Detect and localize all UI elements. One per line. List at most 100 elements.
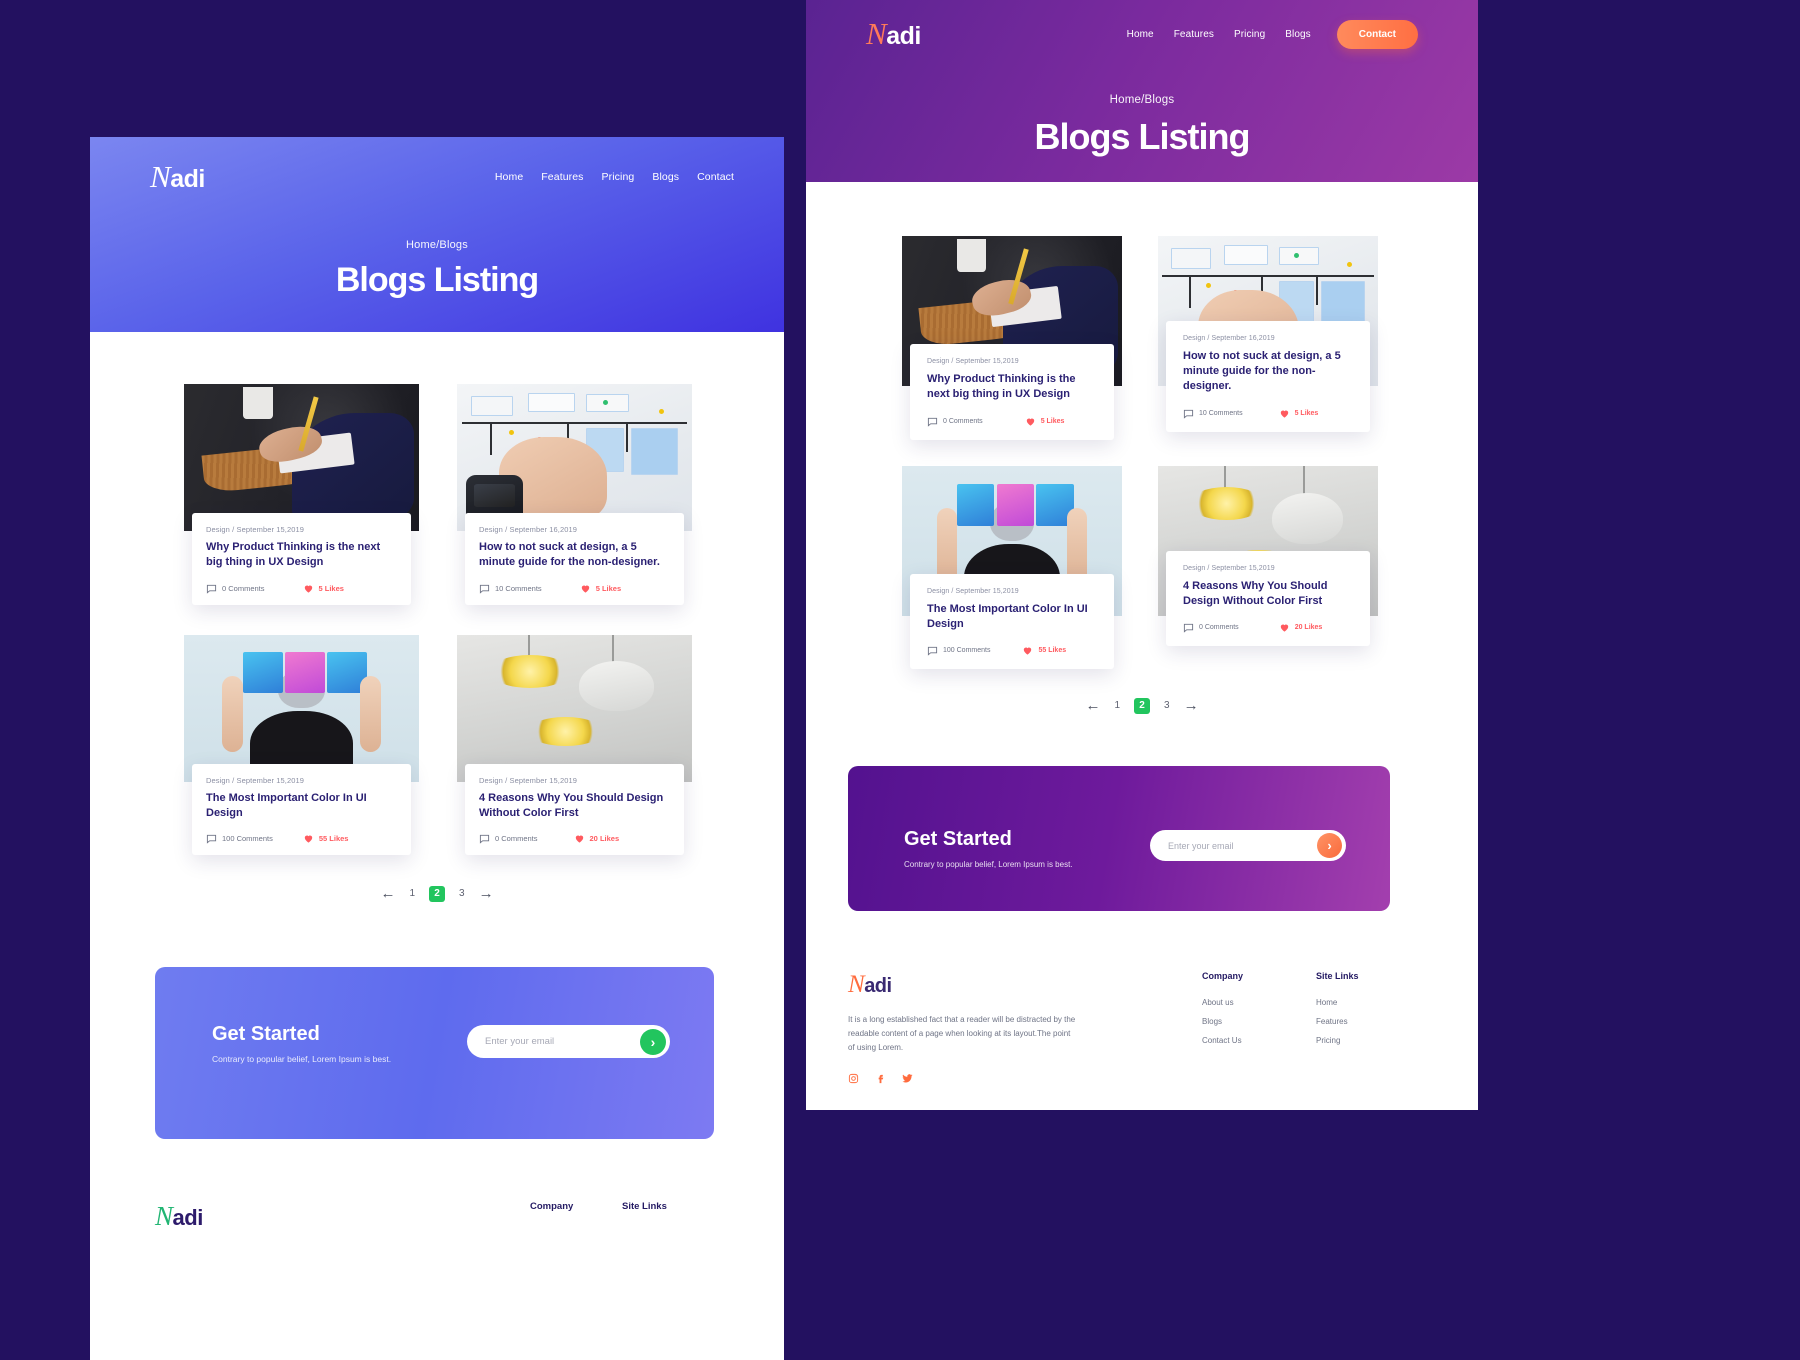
- blog-card[interactable]: Design / September 15,2019 Why Product T…: [184, 384, 419, 605]
- footer-brand-logo[interactable]: Nadi: [848, 971, 1162, 999]
- footer-link-about-us[interactable]: About us: [1202, 998, 1316, 1007]
- nav-item-features[interactable]: Features: [1174, 29, 1214, 40]
- submit-arrow-button[interactable]: ›: [640, 1028, 666, 1055]
- footer-link-blogs[interactable]: Blogs: [1202, 1017, 1316, 1026]
- blog-grid-right: Design / September 15,2019 Why Product T…: [806, 182, 1478, 670]
- nav-item-pricing[interactable]: Pricing: [602, 171, 635, 183]
- brand-logo-mark: N: [866, 16, 887, 51]
- email-input[interactable]: Enter your email: [1168, 841, 1234, 851]
- hero-section-left: Nadi Home Features Pricing Blogs Contact…: [90, 137, 784, 332]
- brand-logo-text: adi: [886, 22, 921, 50]
- post-title[interactable]: Why Product Thinking is the next big thi…: [206, 540, 397, 570]
- blog-card[interactable]: Design / September 16,2019 How to not su…: [457, 384, 692, 605]
- comment-icon: [206, 584, 217, 594]
- contact-cta-button[interactable]: Contact: [1336, 19, 1418, 49]
- hero-center-left: Home/Blogs Blogs Listing: [90, 239, 784, 300]
- heart-icon: [304, 835, 313, 843]
- pagination-page-2[interactable]: 2: [429, 885, 445, 902]
- comments-count: 0 Comments: [1199, 624, 1239, 632]
- nav-item-contact[interactable]: Contact: [697, 171, 734, 183]
- post-title[interactable]: 4 Reasons Why You Should Design Without …: [479, 791, 670, 821]
- breadcrumb: Home/Blogs: [1109, 94, 1175, 106]
- likes-stat: 20 Likes: [574, 833, 619, 844]
- twitter-icon[interactable]: [902, 1071, 913, 1089]
- post-title[interactable]: How to not suck at design, a 5 minute gu…: [479, 540, 670, 570]
- footer-link-features[interactable]: Features: [1316, 1017, 1416, 1026]
- submit-arrow-button[interactable]: ›: [1317, 833, 1342, 859]
- post-title[interactable]: The Most Important Color In UI Design: [206, 791, 397, 821]
- get-started-banner-right: Get Started Contrary to popular belief, …: [848, 766, 1390, 912]
- post-meta: Design / September 16,2019: [479, 525, 578, 534]
- footer-socials: [848, 1071, 1162, 1089]
- blog-card[interactable]: Design / September 16,2019 How to not su…: [1158, 236, 1378, 440]
- blog-grid-left: Design / September 15,2019 Why Product T…: [90, 332, 784, 856]
- footer-link-pricing[interactable]: Pricing: [1316, 1036, 1416, 1045]
- left-mockup-page: Nadi Home Features Pricing Blogs Contact…: [90, 137, 784, 1360]
- pagination-left: ← 1 2 3 →: [90, 885, 784, 902]
- blog-card[interactable]: Design / September 15,2019 The Most Impo…: [902, 465, 1122, 670]
- page-title: Blogs Listing: [1034, 116, 1251, 157]
- post-stats: 10 Comments 5 Likes: [1183, 408, 1353, 419]
- comment-icon: [1183, 409, 1194, 419]
- footer-col-heading: Company: [1202, 971, 1244, 982]
- navbar-left: Nadi Home Features Pricing Blogs Contact: [90, 137, 784, 195]
- email-input[interactable]: Enter your email: [485, 1036, 554, 1047]
- newsletter-form-right[interactable]: Enter your email ›: [1150, 830, 1346, 862]
- comments-count: 10 Comments: [495, 583, 542, 593]
- footer-brand-logo-mark: N: [848, 971, 865, 999]
- footer-link-home[interactable]: Home: [1316, 998, 1416, 1007]
- comments-stat: 0 Comments: [1183, 622, 1239, 633]
- post-meta: Design / September 16,2019: [1183, 335, 1275, 342]
- post-title[interactable]: The Most Important Color In UI Design: [927, 602, 1097, 632]
- nav-item-home[interactable]: Home: [1127, 29, 1154, 40]
- pagination-page-1[interactable]: 1: [1114, 700, 1120, 711]
- navbar-right: Nadi Home Features Pricing Blogs Contact: [806, 0, 1478, 52]
- pagination-page-3[interactable]: 3: [1164, 700, 1170, 711]
- nav-item-blogs[interactable]: Blogs: [652, 171, 679, 183]
- post-title[interactable]: 4 Reasons Why You Should Design Without …: [1183, 579, 1353, 609]
- brand-logo[interactable]: Nadi: [150, 159, 205, 195]
- comments-stat: 0 Comments: [479, 833, 538, 844]
- blog-card[interactable]: Design / September 15,2019 4 Reasons Why…: [1158, 465, 1378, 670]
- instagram-icon[interactable]: [848, 1071, 859, 1089]
- pagination-prev[interactable]: ←: [380, 885, 395, 902]
- nav-links-left: Home Features Pricing Blogs Contact: [495, 171, 734, 183]
- nav-item-features[interactable]: Features: [541, 171, 583, 183]
- heart-icon: [1280, 410, 1288, 418]
- footer-brand-logo[interactable]: Nadi: [155, 1201, 530, 1232]
- brand-logo-text: adi: [170, 165, 205, 193]
- blog-card[interactable]: Design / September 15,2019 The Most Impo…: [184, 634, 419, 856]
- footer-col-site-links: Site Links Home Features Pricing: [1316, 971, 1416, 1045]
- footer-brand-logo-text: adi: [864, 975, 892, 998]
- comment-icon: [927, 417, 938, 427]
- post-title[interactable]: How to not suck at design, a 5 minute gu…: [1183, 349, 1353, 394]
- post-meta: Design / September 15,2019: [206, 775, 305, 785]
- brand-logo[interactable]: Nadi: [866, 16, 921, 52]
- nav-item-home[interactable]: Home: [495, 171, 523, 183]
- pagination-page-2[interactable]: 2: [1134, 697, 1150, 714]
- heart-icon: [304, 585, 312, 593]
- blog-card[interactable]: Design / September 15,2019 4 Reasons Why…: [457, 634, 692, 856]
- breadcrumb: Home/Blogs: [406, 239, 468, 251]
- likes-stat: 5 Likes: [303, 583, 344, 594]
- comments-count: 0 Comments: [222, 583, 265, 593]
- pagination-page-1[interactable]: 1: [409, 888, 415, 899]
- footer-link-contact-us[interactable]: Contact Us: [1202, 1036, 1316, 1045]
- newsletter-form-left[interactable]: Enter your email ›: [467, 1025, 670, 1059]
- likes-stat: 5 Likes: [580, 583, 621, 594]
- likes-count: 5 Likes: [318, 583, 344, 593]
- pagination-next[interactable]: →: [1184, 697, 1199, 714]
- blog-card-body: Design / September 15,2019 The Most Impo…: [192, 763, 411, 856]
- post-title[interactable]: Why Product Thinking is the next big thi…: [927, 372, 1097, 402]
- blog-card[interactable]: Design / September 15,2019 Why Product T…: [902, 236, 1122, 440]
- facebook-icon[interactable]: [875, 1071, 886, 1089]
- pagination-next[interactable]: →: [479, 885, 494, 902]
- pagination-prev[interactable]: ←: [1085, 697, 1100, 714]
- get-started-banner-left: Get Started Contrary to popular belief, …: [155, 967, 714, 1140]
- comments-stat: 100 Comments: [927, 645, 990, 656]
- pagination-page-3[interactable]: 3: [459, 888, 465, 899]
- comments-stat: 10 Comments: [1183, 408, 1243, 419]
- blog-card-body: Design / September 15,2019 4 Reasons Why…: [1166, 550, 1370, 647]
- nav-item-blogs[interactable]: Blogs: [1285, 29, 1311, 40]
- nav-item-pricing[interactable]: Pricing: [1234, 29, 1265, 40]
